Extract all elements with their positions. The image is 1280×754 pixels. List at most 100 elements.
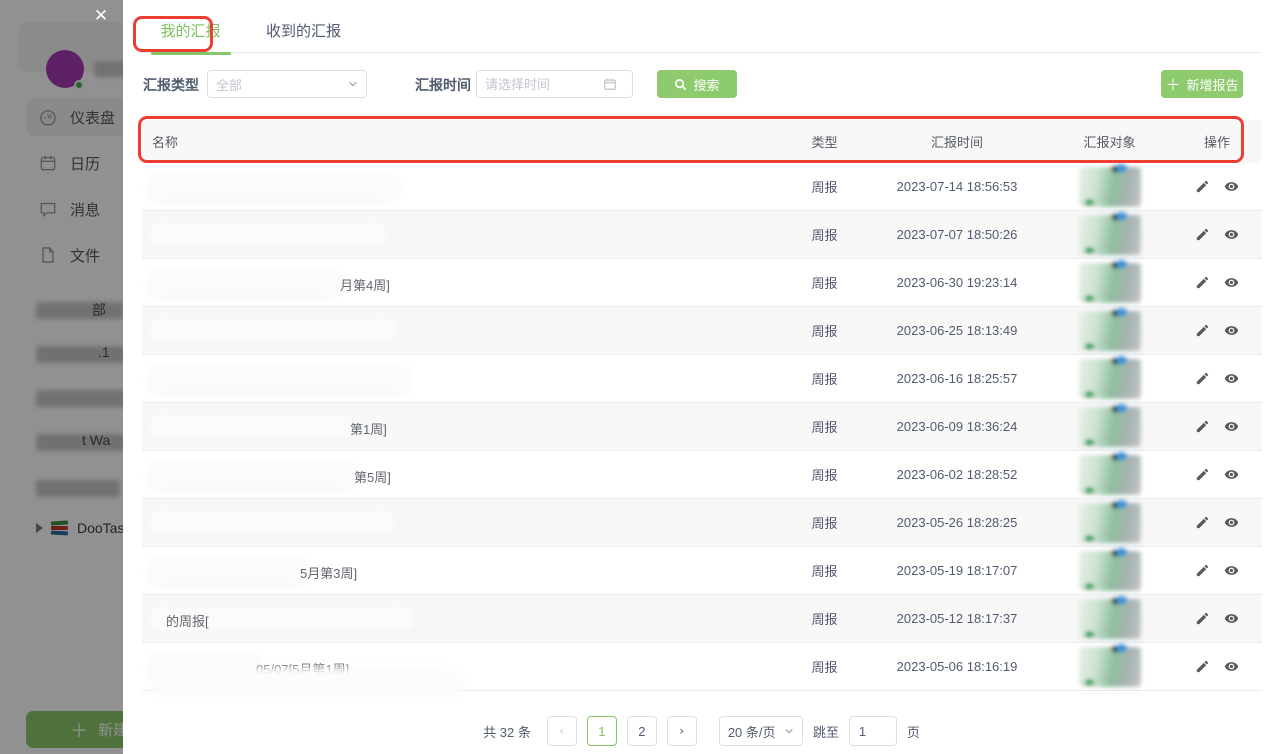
report-type-cell: 周报 [782, 321, 867, 340]
report-target-cell [1047, 359, 1172, 399]
avatar-group-redacted [1079, 167, 1141, 207]
report-target-cell [1047, 311, 1172, 351]
avatar-group-redacted [1079, 311, 1141, 351]
report-target-cell [1047, 167, 1172, 207]
pagination: 共 32 条 ‹ 12 › 20 条/页 跳至 页 [123, 715, 1280, 747]
edit-icon[interactable] [1195, 323, 1210, 338]
table-row[interactable]: 5月第3周]周报2023-05-19 18:17:07 [142, 547, 1262, 595]
name-fragment: 的周报[ [166, 611, 209, 630]
edit-icon[interactable] [1195, 419, 1210, 434]
page-button-2[interactable]: 2 [627, 716, 657, 746]
report-type-cell: 周报 [782, 465, 867, 484]
report-name-cell: 月第4周] [142, 259, 782, 306]
view-icon[interactable] [1224, 611, 1239, 626]
report-type-label: 汇报类型 [143, 75, 199, 95]
edit-icon[interactable] [1195, 227, 1210, 242]
view-icon[interactable] [1224, 515, 1239, 530]
report-time-cell: 2023-05-19 18:17:07 [867, 563, 1047, 578]
page-buttons: 12 [587, 716, 657, 746]
name-fragment: 第5周] [354, 467, 391, 486]
view-icon[interactable] [1224, 419, 1239, 434]
view-icon[interactable] [1224, 467, 1239, 482]
tab-my-reports[interactable]: 我的汇报 [152, 20, 229, 41]
edit-icon[interactable] [1195, 515, 1210, 530]
view-icon[interactable] [1224, 227, 1239, 242]
edit-icon[interactable] [1195, 179, 1210, 194]
table-row[interactable]: 第1周]周报2023-06-09 18:36:24 [142, 403, 1262, 451]
report-ops-cell [1172, 227, 1262, 242]
tabs-bar: 我的汇报 收到的汇报 [141, 0, 1262, 53]
tab-received-reports[interactable]: 收到的汇报 [266, 20, 341, 41]
redacted-name [148, 222, 388, 248]
report-type-cell: 周报 [782, 609, 867, 628]
report-ops-cell [1172, 323, 1262, 338]
view-icon[interactable] [1224, 563, 1239, 578]
edit-icon[interactable] [1195, 371, 1210, 386]
page-button-1[interactable]: 1 [587, 716, 617, 746]
tab-label: 我的汇报 [160, 23, 220, 40]
table-row[interactable]: 周报2023-07-07 18:50:26 [142, 211, 1262, 259]
chevron-down-icon [348, 79, 358, 89]
edit-icon[interactable] [1195, 563, 1210, 578]
report-ops-cell [1172, 659, 1262, 674]
report-name-cell [142, 163, 782, 210]
view-icon[interactable] [1224, 659, 1239, 674]
table-row[interactable]: 周报2023-06-16 18:25:57 [142, 355, 1262, 403]
page-size-select[interactable]: 20 条/页 [719, 716, 803, 746]
search-button[interactable]: 搜索 [657, 70, 737, 98]
edit-icon[interactable] [1195, 611, 1210, 626]
add-report-button[interactable]: ＋ 新增报告 [1161, 70, 1243, 98]
next-page-button[interactable]: › [667, 716, 697, 746]
redacted-name [148, 318, 398, 344]
col-ops: 操作 [1172, 132, 1262, 151]
report-target-cell [1047, 215, 1172, 255]
prev-page-button[interactable]: ‹ [547, 716, 577, 746]
view-icon[interactable] [1224, 323, 1239, 338]
view-icon[interactable] [1224, 275, 1239, 290]
report-time-picker[interactable] [476, 70, 633, 98]
table-row[interactable]: 的周报[周报2023-05-12 18:17:37 [142, 595, 1262, 643]
report-time-cell: 2023-05-06 18:16:19 [867, 659, 1047, 674]
report-time-cell: 2023-06-09 18:36:24 [867, 419, 1047, 434]
edit-icon[interactable] [1195, 659, 1210, 674]
report-name-cell: 的周报[ [142, 595, 782, 642]
report-type-value: 全部 [216, 75, 242, 94]
report-time-cell: 2023-06-16 18:25:57 [867, 371, 1047, 386]
add-report-label: 新增报告 [1187, 75, 1239, 94]
modal-backdrop[interactable] [0, 0, 123, 754]
edit-icon[interactable] [1195, 275, 1210, 290]
tab-label: 收到的汇报 [266, 23, 341, 40]
app-window: 仪表盘 日历 消息 文件 部.1t WaDooTask ＋ 新建 ✕ 我的汇报 [0, 0, 1280, 754]
report-type-cell: 周报 [782, 513, 867, 532]
table-header: 名称 类型 汇报时间 汇报对象 操作 [142, 120, 1262, 163]
report-name-cell [142, 211, 782, 258]
table-row[interactable]: 周报2023-07-14 18:56:53 [142, 163, 1262, 211]
col-name: 名称 [142, 120, 782, 163]
report-time-label: 汇报时间 [415, 75, 471, 95]
reports-table: 名称 类型 汇报时间 汇报对象 操作 周报2023-07-14 18:56:53… [142, 120, 1262, 691]
report-time-input[interactable] [477, 71, 595, 97]
close-icon[interactable]: ✕ [91, 6, 111, 26]
calendar-icon [603, 77, 617, 91]
view-icon[interactable] [1224, 371, 1239, 386]
redacted-name [148, 270, 344, 296]
redaction-smudge [150, 668, 465, 698]
report-ops-cell [1172, 371, 1262, 386]
edit-icon[interactable] [1195, 467, 1210, 482]
redacted-name [148, 366, 410, 392]
table-row[interactable]: 周报2023-06-25 18:13:49 [142, 307, 1262, 355]
view-icon[interactable] [1224, 179, 1239, 194]
report-name-cell: 第1周] [142, 403, 782, 450]
report-type-cell: 周报 [782, 417, 867, 436]
report-ops-cell [1172, 467, 1262, 482]
report-name-cell [142, 355, 782, 402]
report-type-cell: 周报 [782, 657, 867, 676]
avatar-group-redacted [1079, 263, 1141, 303]
table-row[interactable]: 月第4周]周报2023-06-30 19:23:14 [142, 259, 1262, 307]
table-row[interactable]: 周报2023-05-26 18:28:25 [142, 499, 1262, 547]
report-type-select[interactable]: 全部 [207, 70, 367, 98]
table-row[interactable]: 第5周]周报2023-06-02 18:28:52 [142, 451, 1262, 499]
avatar-group-redacted [1079, 407, 1141, 447]
jump-page-input[interactable] [849, 716, 897, 746]
avatar-group-redacted [1079, 551, 1141, 591]
